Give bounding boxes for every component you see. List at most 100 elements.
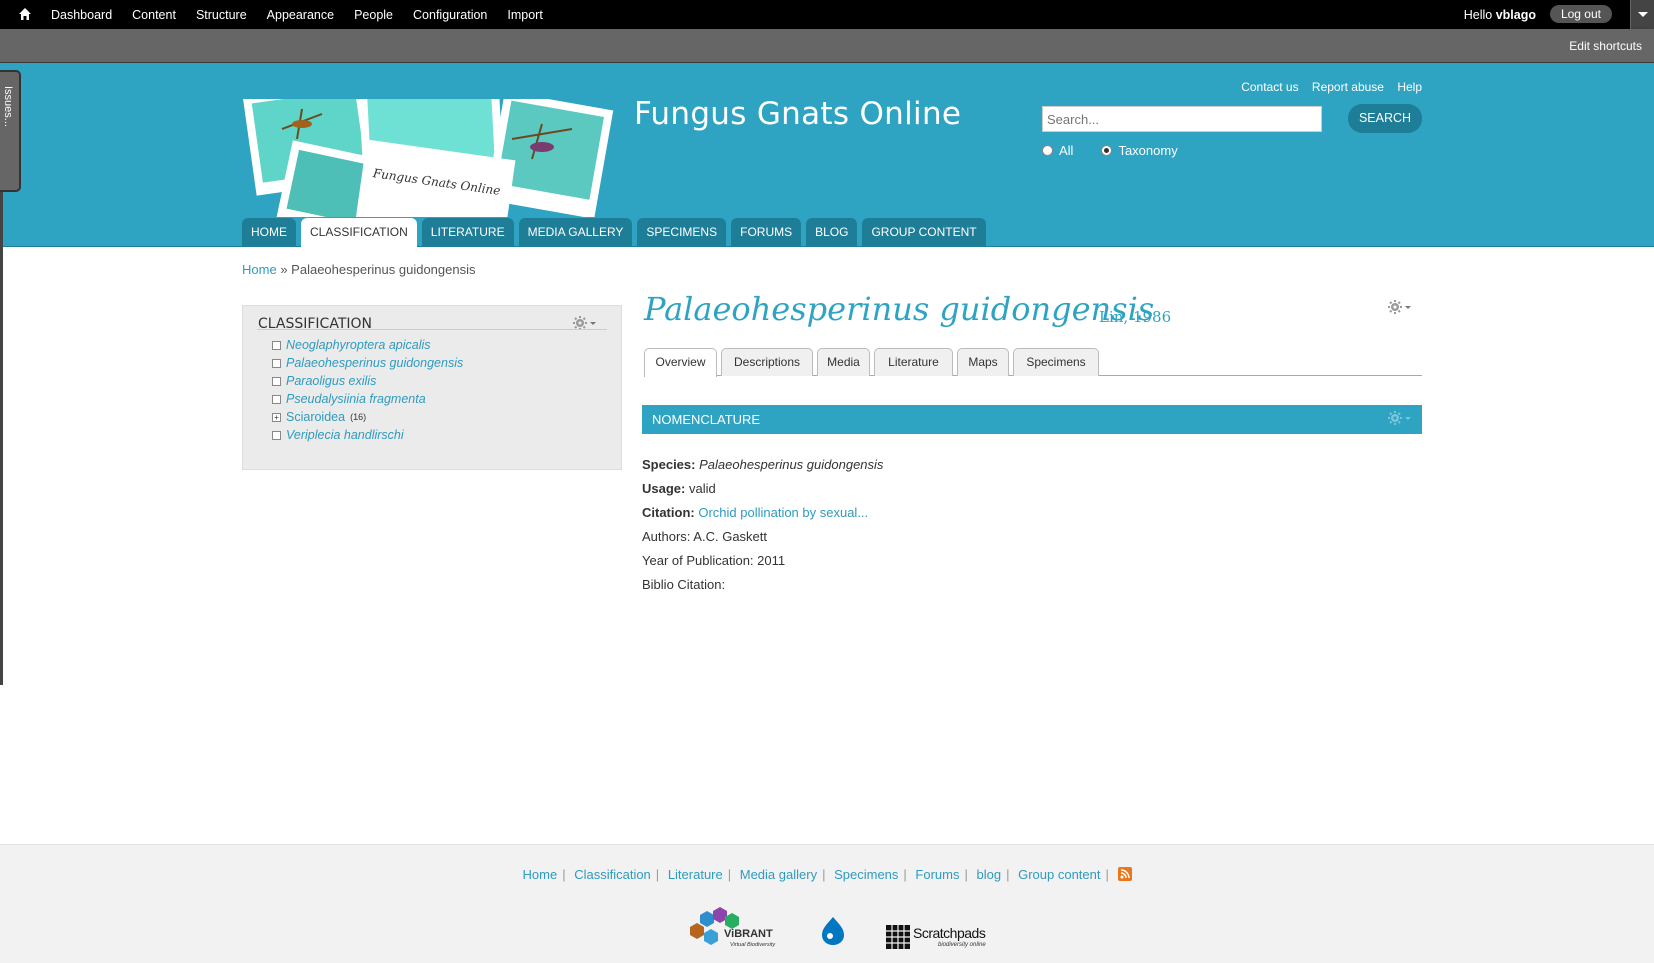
admin-menu-configuration[interactable]: Configuration [413,8,487,22]
tree-link[interactable]: Neoglaphyroptera apicalis [286,336,431,354]
field-biblio-citation: Biblio Citation: [642,577,726,592]
nav-tab-home[interactable]: HOME [242,218,296,247]
footer-logos: ViBRANT Virtual Biodiversity Scratchpads… [690,907,986,949]
tab-media[interactable]: Media [817,348,870,376]
page-title: Palaeohesperinus guidongensis [644,290,1155,328]
help-link[interactable]: Help [1397,80,1422,94]
tab-overview[interactable]: Overview [644,348,717,377]
tree-link[interactable]: Pseudalysiinia fragmenta [286,390,426,408]
search-input[interactable] [1042,106,1322,132]
svg-text:Virtual Biodiversity: Virtual Biodiversity [730,942,776,948]
username[interactable]: vblago [1496,8,1536,22]
content-tabs: Overview Descriptions Media Literature M… [644,348,1422,377]
footer-link-classification[interactable]: Classification [574,867,651,882]
edit-shortcuts-link[interactable]: Edit shortcuts [1569,39,1642,53]
citation-link[interactable]: Orchid pollination by sexual... [698,505,868,520]
footer-link-forums[interactable]: Forums [915,867,959,882]
tree-link[interactable]: Veriplecia handlirschi [286,426,404,444]
nav-tab-group-content[interactable]: GROUP CONTENT [862,218,986,247]
tab-descriptions[interactable]: Descriptions [721,348,813,376]
drupal-logo[interactable] [822,917,844,945]
site-footer: Home | Classification | Literature | Media … [0,844,1654,963]
tree-child-count: (16) [350,412,367,422]
admin-menu-structure[interactable]: Structure [196,8,247,22]
nav-tab-blog[interactable]: BLOG [806,218,858,247]
tree-leaf-icon [272,394,281,404]
tree-link[interactable]: Paraoligus exilis [286,372,376,390]
tree-leaf-icon [272,376,281,386]
footer-link-home[interactable]: Home [523,867,558,882]
tree-item: Veriplecia handlirschi [272,426,463,444]
field-authors: Authors: A.C. Gaskett [642,529,767,544]
greeting-text: Hello [1463,8,1493,22]
tree-item: + Sciaroidea (16) [272,408,463,426]
footer-links: Home | Classification | Literature | Media … [0,867,1654,882]
field-species: Species: Palaeohesperinus guidongensis [642,453,883,477]
nav-tab-media-gallery[interactable]: MEDIA GALLERY [518,218,633,247]
field-usage: Usage: valid [642,477,883,501]
section-config-gear-icon[interactable] [1387,410,1413,426]
footer-link-blog[interactable]: blog [977,867,1002,882]
admin-menu-content[interactable]: Content [132,8,176,22]
tab-specimens[interactable]: Specimens [1013,348,1099,376]
footer-link-specimens[interactable]: Specimens [834,867,898,882]
taxon-author: Lin, 1986 [1099,308,1172,326]
tree-expand-icon[interactable]: + [272,412,281,422]
contact-us-link[interactable]: Contact us [1241,80,1298,94]
nav-tab-classification[interactable]: CLASSIFICATION [301,218,417,247]
header-links: Contact us Report abuse Help [1231,80,1422,94]
admin-menu: Dashboard Content Structure Appearance P… [51,0,563,29]
nomenclature-fields: Species: Palaeohesperinus guidongensis U… [642,453,883,597]
page-config-gear-icon[interactable] [1387,299,1413,315]
scratchpads-logo[interactable]: Scratchpads biodiversity online [886,925,986,949]
search-scope-options: All Taxonomy [1042,143,1206,158]
species-label: Species: [642,457,696,472]
svg-text:ViBRANT: ViBRANT [724,928,773,940]
nav-tab-literature[interactable]: LITERATURE [421,218,514,247]
report-abuse-link[interactable]: Report abuse [1312,80,1384,94]
vibrant-logo[interactable]: ViBRANT Virtual Biodiversity [690,907,776,948]
nav-tab-forums[interactable]: FORUMS [731,218,802,247]
admin-menu-dashboard[interactable]: Dashboard [51,8,112,22]
tree-link[interactable]: Sciaroidea [286,408,345,426]
user-greeting: Hello vblago [1464,8,1536,22]
admin-menu-appearance[interactable]: Appearance [267,8,334,22]
toolbar-drawer-toggle[interactable] [1630,0,1654,29]
search-scope-taxonomy[interactable]: Taxonomy [1101,143,1178,158]
radio-taxonomy[interactable] [1101,145,1113,156]
radio-all[interactable] [1042,145,1053,156]
tab-maps[interactable]: Maps [957,348,1009,376]
tree-item: Neoglaphyroptera apicalis [272,336,463,354]
footer-link-group-content[interactable]: Group content [1018,867,1100,882]
citation-label: Citation: [642,505,695,520]
site-name[interactable]: Fungus Gnats Online [634,96,961,132]
search-scope-taxonomy-label: Taxonomy [1118,143,1178,158]
site-logo[interactable]: Fungus Gnats Online [242,99,614,217]
left-edge-strip [0,180,3,685]
search-button[interactable]: SEARCH [1348,104,1422,133]
issues-tab[interactable]: Issues... [0,70,21,192]
admin-menu-people[interactable]: People [354,8,393,22]
admin-menu-import[interactable]: Import [507,8,542,22]
tree-item: Paraoligus exilis [272,372,463,390]
nav-tab-specimens[interactable]: SPECIMENS [637,218,727,247]
usage-label: Usage: [642,481,686,496]
classification-tree: Neoglaphyroptera apicalis Palaeohesperin… [272,336,463,444]
usage-value: valid [688,481,716,496]
logo-photo-collage: Fungus Gnats Online [242,99,614,217]
tree-link[interactable]: Palaeohesperinus guidongensis [286,354,463,372]
footer-link-literature[interactable]: Literature [668,867,723,882]
home-icon[interactable] [18,7,32,21]
search-scope-all[interactable]: All [1042,143,1073,158]
logout-button[interactable]: Log out [1549,5,1612,23]
footer-link-media-gallery[interactable]: Media gallery [740,867,817,882]
tab-literature[interactable]: Literature [874,348,953,376]
breadcrumb-home-link[interactable]: Home [242,262,277,277]
tree-item: Palaeohesperinus guidongensis [272,354,463,372]
shortcuts-bar: Edit shortcuts [0,29,1654,63]
field-year: Year of Publication: 2011 [642,553,786,568]
tree-leaf-icon [272,430,281,440]
breadcrumb-separator: » [280,262,288,277]
rss-feed-icon[interactable] [1117,867,1132,881]
classification-divider [257,329,607,330]
